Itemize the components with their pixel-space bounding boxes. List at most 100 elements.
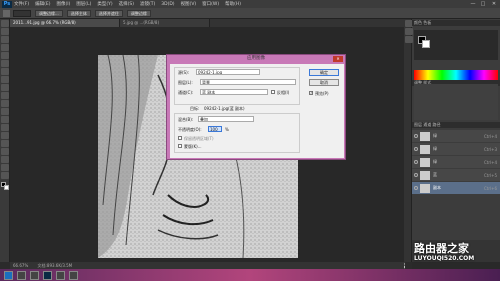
preview-checkbox[interactable] bbox=[309, 90, 313, 95]
option-button-4[interactable]: 调整边缘 bbox=[126, 9, 151, 17]
mask-checkbox[interactable] bbox=[178, 144, 182, 148]
explorer-icon[interactable] bbox=[17, 270, 26, 280]
media-icon[interactable] bbox=[56, 270, 65, 280]
opacity-label: 不透明度(O): bbox=[178, 127, 202, 132]
menu-file[interactable]: 文件(F) bbox=[14, 1, 29, 7]
gradient-tool-icon[interactable] bbox=[1, 108, 9, 115]
invert-label: 反相(I) bbox=[277, 90, 290, 95]
preserve-transparency-checkbox[interactable] bbox=[178, 136, 182, 140]
menu-help[interactable]: 帮助(H) bbox=[225, 1, 241, 7]
list-item[interactable]: 绿 Ctrl+4 bbox=[412, 156, 500, 168]
channel-shortcut: Ctrl+5 bbox=[483, 172, 497, 178]
list-item[interactable]: 蓝 Ctrl+5 bbox=[412, 169, 500, 181]
color-panel-title[interactable]: 颜色 色板 bbox=[412, 20, 500, 26]
bg-color-chip[interactable] bbox=[422, 40, 430, 48]
blur-tool-icon[interactable] bbox=[1, 116, 9, 123]
source-label: 源(S): bbox=[178, 70, 190, 75]
photoshop-task-icon[interactable] bbox=[43, 270, 52, 280]
invert-checkbox[interactable] bbox=[271, 90, 275, 94]
option-button-1[interactable]: 调整边缘... bbox=[35, 9, 63, 17]
properties-panel-icon[interactable] bbox=[405, 28, 413, 35]
source-select[interactable]: 09242-1.jpg bbox=[196, 69, 260, 75]
menu-filter[interactable]: 滤镜(T) bbox=[140, 1, 155, 7]
stamp-tool-icon[interactable] bbox=[1, 84, 9, 91]
dialog-body: 源(S): 09242-1.jpg 图层(L): 背景 通道(C): 蓝 副本 … bbox=[170, 64, 344, 158]
browser-icon[interactable] bbox=[30, 270, 39, 280]
eye-icon[interactable] bbox=[414, 134, 418, 138]
list-item[interactable]: 绿 Ctrl+4 bbox=[412, 130, 500, 142]
document-tabs: 2011...91.jpg @ 66.7% (RGB/8) 5.jpg @ ..… bbox=[10, 19, 404, 27]
layer-select[interactable]: 背景 bbox=[200, 79, 296, 85]
apply-image-dialog: 应用图像 ✕ 源(S): 09242-1.jpg 图层(L): 背景 通道(C)… bbox=[166, 54, 346, 160]
channel-name: 蓝 bbox=[433, 172, 437, 177]
tab-document-2[interactable]: 5.jpg @ ...(RGB/8) bbox=[120, 19, 210, 27]
menu-type[interactable]: 类型(Y) bbox=[97, 1, 112, 7]
current-tool-icon[interactable] bbox=[3, 9, 10, 17]
maximize-button[interactable]: □ bbox=[478, 0, 488, 8]
eye-icon[interactable] bbox=[414, 160, 418, 164]
menu-image[interactable]: 图像(I) bbox=[56, 1, 70, 7]
zoom-level[interactable]: 66.67% bbox=[13, 263, 28, 268]
blending-select[interactable]: 叠加 bbox=[198, 116, 254, 122]
hand-tool-icon[interactable] bbox=[1, 164, 9, 171]
target-label: 目标: bbox=[190, 106, 200, 111]
eyedropper-tool-icon[interactable] bbox=[1, 60, 9, 67]
info-panel-icon[interactable] bbox=[405, 36, 413, 43]
start-button-icon[interactable] bbox=[4, 270, 13, 280]
layers-panel-title[interactable]: 图层 通道 路径 bbox=[412, 122, 500, 128]
color-swatches[interactable] bbox=[1, 182, 9, 190]
brush-tool-icon[interactable] bbox=[1, 76, 9, 83]
path-select-tool-icon[interactable] bbox=[1, 148, 9, 155]
minimize-button[interactable]: — bbox=[468, 0, 478, 8]
app-icon[interactable] bbox=[69, 270, 78, 280]
dialog-title-bar[interactable]: 应用图像 ✕ bbox=[167, 55, 345, 63]
shape-tool-icon[interactable] bbox=[1, 156, 9, 163]
close-window-button[interactable]: ✕ bbox=[489, 0, 499, 8]
channel-name: 绿 bbox=[433, 133, 437, 138]
background-color-swatch[interactable] bbox=[4, 185, 9, 190]
channel-shortcut: Ctrl+4 bbox=[483, 159, 497, 165]
menu-3d[interactable]: 3D(D) bbox=[161, 2, 174, 7]
zoom-tool-icon[interactable] bbox=[1, 172, 9, 179]
channel-shortcut: Ctrl+6 bbox=[483, 185, 497, 191]
type-tool-icon[interactable] bbox=[1, 140, 9, 147]
channel-select[interactable]: 蓝 副本 bbox=[200, 89, 268, 95]
lasso-tool-icon[interactable] bbox=[1, 36, 9, 43]
dodge-tool-icon[interactable] bbox=[1, 124, 9, 131]
windows-taskbar bbox=[0, 269, 500, 281]
channel-thumbnail bbox=[420, 144, 430, 154]
healing-tool-icon[interactable] bbox=[1, 68, 9, 75]
menu-layer[interactable]: 图层(L) bbox=[76, 1, 91, 7]
ok-button[interactable]: 确定 bbox=[309, 69, 339, 76]
menu-window[interactable]: 窗口(W) bbox=[202, 1, 219, 7]
crop-tool-icon[interactable] bbox=[1, 52, 9, 59]
menu-view[interactable]: 视图(V) bbox=[181, 1, 197, 7]
quick-select-tool-icon[interactable] bbox=[1, 44, 9, 51]
color-spectrum-bar[interactable] bbox=[414, 70, 498, 80]
channel-shortcut: Ctrl+3 bbox=[483, 146, 497, 152]
history-brush-tool-icon[interactable] bbox=[1, 92, 9, 99]
channel-name: 绿 bbox=[433, 159, 437, 164]
menu-edit[interactable]: 编辑(E) bbox=[35, 1, 50, 7]
tool-option-field[interactable] bbox=[13, 9, 31, 17]
eye-icon[interactable] bbox=[414, 173, 418, 177]
pen-tool-icon[interactable] bbox=[1, 132, 9, 139]
adjustments-grid[interactable] bbox=[414, 84, 498, 120]
eye-icon[interactable] bbox=[414, 186, 418, 190]
eye-icon[interactable] bbox=[414, 147, 418, 151]
channel-label: 通道(C): bbox=[178, 90, 194, 95]
option-button-3[interactable]: 选择并遮住 bbox=[94, 9, 123, 17]
color-picker-box[interactable] bbox=[414, 30, 498, 60]
list-item[interactable]: 绿 Ctrl+3 bbox=[412, 143, 500, 155]
preserve-transparency-label: 保留透明区域(T) bbox=[184, 136, 214, 141]
menu-select[interactable]: 选择(S) bbox=[119, 1, 134, 7]
move-tool-icon[interactable] bbox=[1, 20, 9, 27]
eraser-tool-icon[interactable] bbox=[1, 100, 9, 107]
opacity-input[interactable]: 100 bbox=[208, 126, 222, 132]
cancel-button[interactable]: 取消 bbox=[309, 79, 339, 86]
list-item[interactable]: 副本 Ctrl+6 bbox=[412, 182, 500, 194]
marquee-tool-icon[interactable] bbox=[1, 28, 9, 35]
dialog-close-icon[interactable]: ✕ bbox=[333, 56, 343, 62]
option-button-2[interactable]: 选择主体 bbox=[66, 9, 91, 17]
tab-document-1[interactable]: 2011...91.jpg @ 66.7% (RGB/8) bbox=[10, 19, 120, 27]
